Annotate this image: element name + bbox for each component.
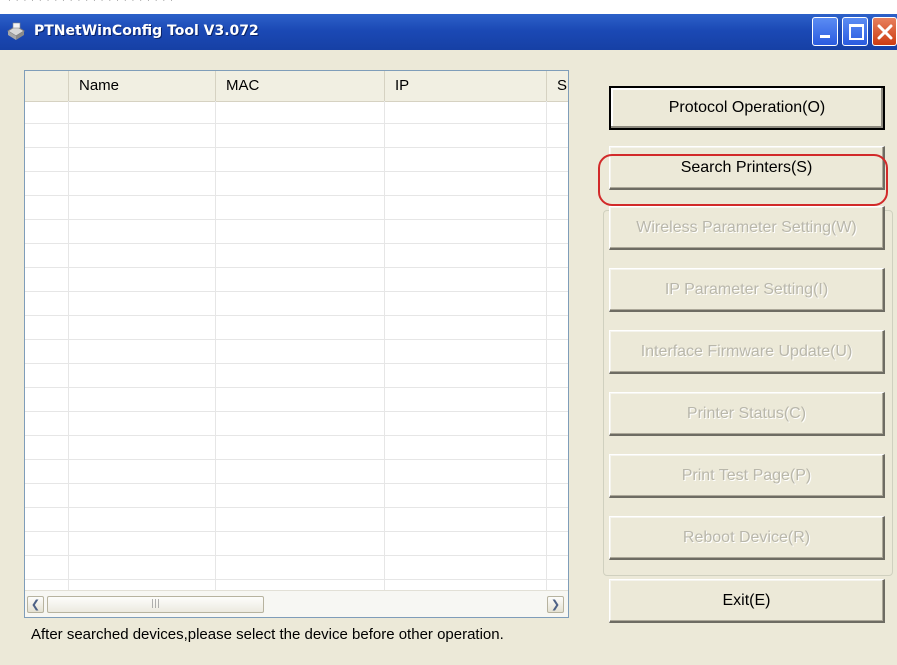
maximize-button[interactable] — [842, 17, 868, 46]
column-header-ip[interactable]: IP — [385, 71, 547, 101]
list-row-line — [25, 483, 568, 484]
list-row-line — [25, 531, 568, 532]
scroll-right-button[interactable]: ❯ — [547, 596, 564, 613]
interface-firmware-update-button[interactable]: Interface Firmware Update(U) — [609, 330, 885, 374]
column-header-select[interactable] — [25, 71, 69, 101]
app-window: PTNetWinConfig Tool V3.072 Name MAC IP S… — [0, 14, 897, 665]
search-printers-button[interactable]: Search Printers(S) — [609, 146, 885, 190]
list-row-line — [25, 363, 568, 364]
wireless-parameter-setting-button[interactable]: Wireless Parameter Setting(W) — [609, 206, 885, 250]
close-button[interactable] — [872, 17, 897, 46]
device-list-header: Name MAC IP Su — [25, 71, 568, 102]
list-row-line — [25, 459, 568, 460]
column-header-mac[interactable]: MAC — [216, 71, 385, 101]
list-column-line — [546, 101, 547, 591]
minimize-button[interactable] — [812, 17, 838, 46]
list-column-line — [68, 101, 69, 591]
horizontal-scrollbar[interactable]: ❮ ||| ❯ — [25, 590, 568, 617]
close-icon — [877, 24, 893, 40]
device-list[interactable]: Name MAC IP Su ❮ ||| ❯ — [24, 70, 569, 618]
list-row-line — [25, 315, 568, 316]
list-row-line — [25, 195, 568, 196]
printer-status-button[interactable]: Printer Status(C) — [609, 392, 885, 436]
list-row-line — [25, 243, 568, 244]
background-text-fragment: · · · · · · · · · · · · · · · · · · · · … — [8, 0, 175, 6]
list-row-line — [25, 411, 568, 412]
status-message: After searched devices,please select the… — [31, 626, 504, 643]
column-header-subnet[interactable]: Su — [547, 71, 568, 101]
list-row-line — [25, 339, 568, 340]
print-test-page-button[interactable]: Print Test Page(P) — [609, 454, 885, 498]
background-window-strip: · · · · · · · · · · · · · · · · · · · · … — [0, 0, 897, 14]
window-title: PTNetWinConfig Tool V3.072 — [34, 23, 259, 39]
list-row-line — [25, 147, 568, 148]
list-row-line — [25, 171, 568, 172]
list-row-line — [25, 555, 568, 556]
printer-tool-icon — [7, 22, 25, 40]
exit-button[interactable]: Exit(E) — [609, 579, 885, 623]
list-column-line — [215, 101, 216, 591]
list-row-line — [25, 267, 568, 268]
reboot-device-button[interactable]: Reboot Device(R) — [609, 516, 885, 560]
list-row-line — [25, 291, 568, 292]
protocol-operation-button[interactable]: Protocol Operation(O) — [609, 86, 885, 130]
list-column-line — [384, 101, 385, 591]
list-row-line — [25, 507, 568, 508]
ip-parameter-setting-button[interactable]: IP Parameter Setting(I) — [609, 268, 885, 312]
scrollbar-thumb[interactable]: ||| — [47, 596, 264, 613]
list-row-line — [25, 579, 568, 580]
scroll-left-button[interactable]: ❮ — [27, 596, 44, 613]
list-row-line — [25, 123, 568, 124]
list-row-line — [25, 435, 568, 436]
list-row-line — [25, 219, 568, 220]
list-row-line — [25, 387, 568, 388]
column-header-name[interactable]: Name — [69, 71, 216, 101]
title-bar[interactable]: PTNetWinConfig Tool V3.072 — [0, 14, 897, 50]
